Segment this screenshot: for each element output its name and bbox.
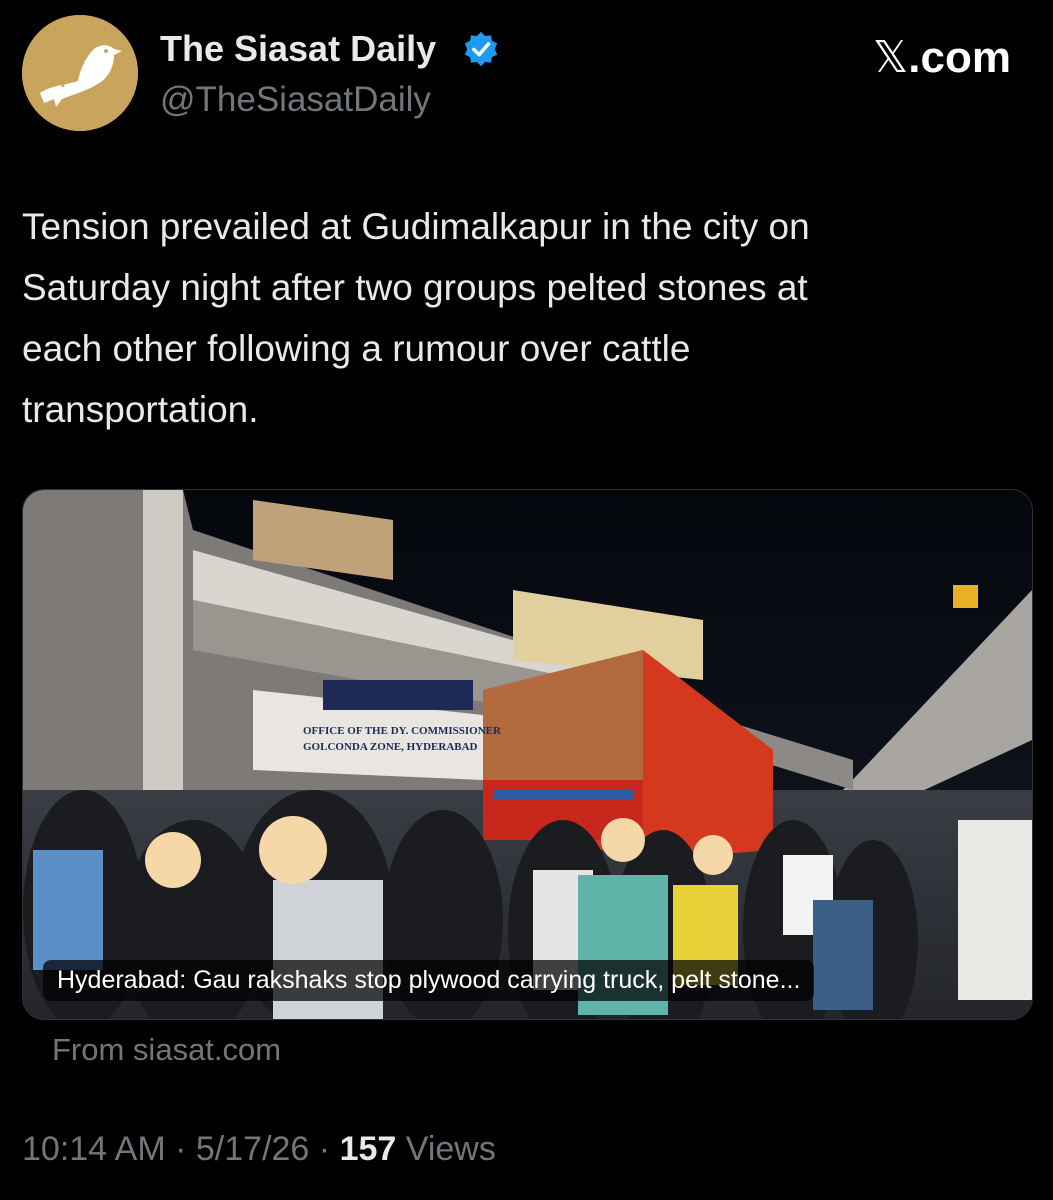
meta-separator: · bbox=[318, 1130, 331, 1168]
photo-sign-text: GOLCONDA ZONE, HYDERABAD bbox=[303, 741, 478, 753]
verified-badge-icon bbox=[462, 30, 500, 68]
author-handle[interactable]: @TheSiasatDaily bbox=[160, 80, 431, 120]
meta-separator: · bbox=[175, 1130, 187, 1168]
views-count[interactable]: 157 bbox=[340, 1130, 397, 1168]
news-photo: OFFICE OF THE DY. COMMISSIONER GOLCONDA Z… bbox=[23, 490, 1032, 1019]
brand-suffix: .com bbox=[908, 33, 1011, 82]
dove-logo-icon bbox=[22, 15, 138, 131]
photo-sign-text: OFFICE OF THE DY. COMMISSIONER bbox=[303, 725, 502, 737]
x-logo-icon: 𝕏 bbox=[872, 32, 909, 83]
author-display-name[interactable]: The Siasat Daily bbox=[160, 28, 436, 70]
tweet-date[interactable]: 5/17/26 bbox=[196, 1130, 309, 1168]
views-label[interactable]: Views bbox=[406, 1130, 496, 1168]
link-card[interactable]: OFFICE OF THE DY. COMMISSIONER GOLCONDA Z… bbox=[22, 489, 1033, 1020]
avatar[interactable] bbox=[22, 15, 138, 131]
tweet-meta: 10:14 AM · 5/17/26 · 157 Views bbox=[22, 1130, 496, 1169]
link-card-source[interactable]: From siasat.com bbox=[52, 1032, 281, 1068]
x-com-logo: 𝕏.com bbox=[873, 32, 1011, 83]
tweet-text: Tension prevailed at Gudimalkapur in the… bbox=[22, 206, 810, 430]
tweet-time[interactable]: 10:14 AM bbox=[22, 1130, 166, 1168]
link-card-title[interactable]: Hyderabad: Gau rakshaks stop plywood car… bbox=[43, 960, 815, 1001]
